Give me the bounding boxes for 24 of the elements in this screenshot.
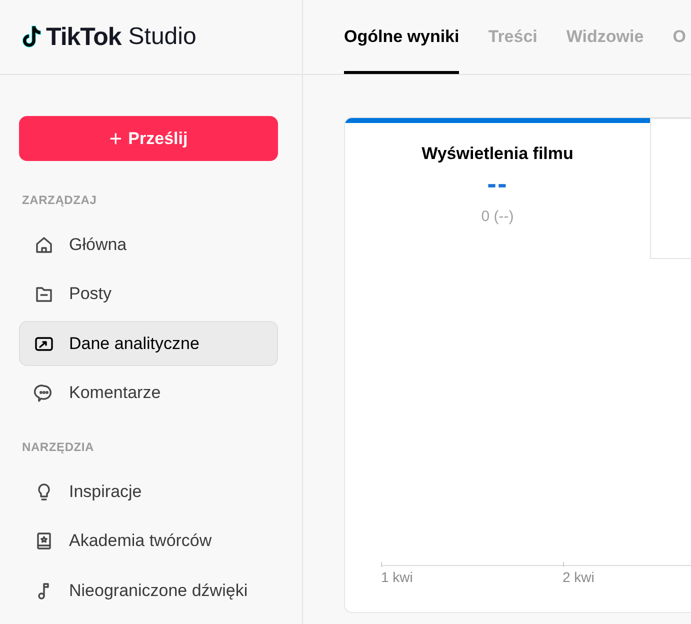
section-heading: ZARZĄDZAJ: [21, 193, 98, 207]
metric-value: --: [487, 170, 508, 198]
tiktok-logo-icon: [20, 24, 42, 50]
comment-icon: [34, 383, 54, 404]
axis-label: 1 kwi: [381, 569, 414, 585]
book-icon: [34, 531, 54, 552]
sidebar-item[interactable]: Komentarze: [19, 370, 278, 416]
section-heading: NARZĘDZIA: [21, 440, 96, 454]
logo-brand: TikTok: [46, 22, 122, 52]
metric-tile[interactable]: Wyświetlenia filmu -- 0 (--): [345, 118, 650, 259]
logo-product: Studio: [128, 23, 196, 51]
sidebar-item[interactable]: Inspiracje: [19, 469, 278, 514]
sidebar-item[interactable]: Dane analityczne: [19, 321, 278, 366]
sidebar-item[interactable]: Nieograniczone dźwięki: [19, 568, 278, 614]
metric-title: Wyświetlenia filmu: [422, 144, 574, 164]
sidebar-item[interactable]: Główna: [19, 222, 278, 267]
tab[interactable]: Ogólne wyniki: [344, 0, 460, 74]
metric-change: 0 (--): [481, 208, 514, 225]
home-icon: [34, 234, 54, 254]
axis-label: 2 kwi: [562, 569, 596, 585]
folder-icon: [34, 284, 54, 304]
sidebar-item[interactable]: Akademia twórców: [19, 518, 278, 564]
upload-button[interactable]: + Prześlij: [19, 116, 278, 161]
sidebar-item[interactable]: Posty: [19, 272, 278, 317]
